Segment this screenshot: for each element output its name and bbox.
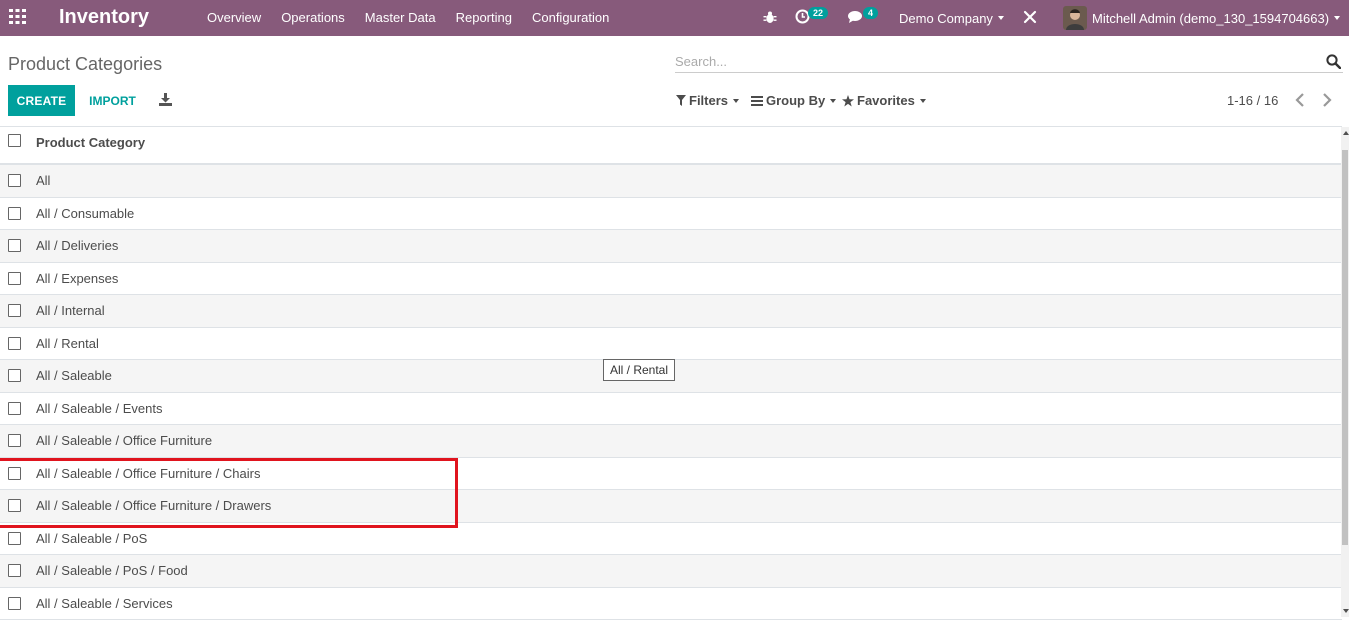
messages-icon[interactable] [848, 10, 864, 24]
filters-dropdown[interactable]: Filters [676, 93, 739, 108]
row-checkbox[interactable] [8, 304, 21, 317]
group-by-caret-icon [830, 99, 836, 103]
import-button[interactable]: IMPORT [80, 85, 145, 116]
row-checkbox[interactable] [8, 402, 21, 415]
row-category-name: All / Saleable / PoS / Food [36, 563, 188, 578]
scroll-up-arrow-icon[interactable] [1343, 131, 1349, 135]
top-navbar: Inventory Overview Operations Master Dat… [0, 0, 1349, 36]
favorites-label: Favorites [857, 93, 915, 108]
table-row[interactable]: All / Saleable / Services [0, 588, 1342, 620]
row-checkbox[interactable] [8, 272, 21, 285]
row-category-name: All / Saleable / Office Furniture [36, 433, 212, 448]
table-row[interactable]: All / Saleable / Office Furniture / Draw… [0, 490, 1342, 523]
menu-master-data[interactable]: Master Data [365, 10, 436, 25]
table-row[interactable]: All / Saleable / PoS [0, 523, 1342, 556]
pager-previous-icon[interactable] [1295, 93, 1305, 107]
row-checkbox[interactable] [8, 597, 21, 610]
row-category-name: All / Expenses [36, 271, 118, 286]
menu-operations[interactable]: Operations [281, 10, 345, 25]
filters-caret-icon [733, 99, 739, 103]
row-category-name: All / Deliveries [36, 238, 118, 253]
row-category-name: All / Internal [36, 303, 105, 318]
filter-icon [676, 95, 686, 106]
group-by-label: Group By [766, 93, 825, 108]
message-count-badge: 4 [863, 7, 878, 19]
table-row[interactable]: All / Saleable / Events [0, 393, 1342, 426]
row-category-name: All / Saleable [36, 368, 112, 383]
row-category-name: All / Saleable / Services [36, 596, 173, 611]
company-switcher[interactable]: Demo Company [899, 0, 1004, 36]
search-input[interactable] [675, 51, 1315, 71]
bug-icon[interactable] [763, 10, 777, 24]
scroll-down-arrow-icon[interactable] [1343, 609, 1349, 613]
row-category-name: All / Saleable / PoS [36, 531, 147, 546]
page-title: Product Categories [8, 54, 162, 75]
table-row[interactable]: All / Saleable / Office Furniture [0, 425, 1342, 458]
user-name: Mitchell Admin (demo_130_1594704663) [1092, 11, 1329, 26]
user-caret-icon [1334, 16, 1340, 20]
row-checkbox[interactable] [8, 434, 21, 447]
row-category-name: All / Consumable [36, 206, 134, 221]
company-caret-icon [998, 16, 1004, 20]
row-category-name: All / Saleable / Office Furniture / Chai… [36, 466, 260, 481]
row-checkbox[interactable] [8, 174, 21, 187]
row-checkbox[interactable] [8, 337, 21, 350]
pager-next-icon[interactable] [1322, 93, 1332, 107]
search-bar [675, 49, 1343, 73]
table-row[interactable]: All / Saleable / PoS / Food [0, 555, 1342, 588]
activity-count-badge: 22 [808, 7, 828, 19]
row-category-name: All [36, 173, 50, 188]
user-avatar [1063, 6, 1087, 30]
pager-value[interactable]: 1-16 / 16 [1227, 93, 1278, 108]
row-category-name: All / Saleable / Events [36, 401, 162, 416]
select-all-checkbox[interactable] [8, 134, 21, 147]
user-menu[interactable]: Mitchell Admin (demo_130_1594704663) [1063, 0, 1340, 36]
download-icon[interactable] [159, 93, 172, 106]
tools-icon[interactable] [1023, 10, 1037, 24]
table-row[interactable]: All / Deliveries [0, 230, 1342, 263]
table-row[interactable]: All / Saleable / Office Furniture / Chai… [0, 458, 1342, 491]
main-menu: Overview Operations Master Data Reportin… [207, 10, 629, 25]
table-row[interactable]: All [0, 165, 1342, 198]
table-row[interactable]: All / Internal [0, 295, 1342, 328]
row-category-name: All / Saleable / Office Furniture / Draw… [36, 498, 271, 513]
create-button[interactable]: CREATE [8, 85, 75, 116]
table-row[interactable]: All / Consumable [0, 198, 1342, 231]
row-tooltip: All / Rental [603, 359, 675, 381]
menu-configuration[interactable]: Configuration [532, 10, 609, 25]
star-icon [842, 95, 854, 107]
row-category-name: All / Rental [36, 336, 99, 351]
column-header-product-category[interactable]: Product Category [36, 135, 145, 150]
menu-overview[interactable]: Overview [207, 10, 261, 25]
favorites-caret-icon [920, 99, 926, 103]
row-checkbox[interactable] [8, 207, 21, 220]
table-row[interactable]: All / Expenses [0, 263, 1342, 296]
category-list: All All / Consumable All / Deliveries Al… [0, 165, 1342, 620]
group-by-icon [751, 96, 763, 106]
favorites-dropdown[interactable]: Favorites [842, 93, 926, 108]
row-checkbox[interactable] [8, 369, 21, 382]
row-checkbox[interactable] [8, 564, 21, 577]
row-checkbox[interactable] [8, 532, 21, 545]
menu-reporting[interactable]: Reporting [456, 10, 512, 25]
app-title[interactable]: Inventory [59, 6, 149, 29]
filters-label: Filters [689, 93, 728, 108]
group-by-dropdown[interactable]: Group By [751, 93, 836, 108]
row-checkbox[interactable] [8, 499, 21, 512]
company-name: Demo Company [899, 11, 993, 26]
row-checkbox[interactable] [8, 467, 21, 480]
list-header: Product Category [0, 126, 1342, 165]
table-row[interactable]: All / Rental [0, 328, 1342, 361]
search-icon[interactable] [1326, 54, 1341, 69]
scrollbar-thumb[interactable] [1342, 150, 1348, 545]
apps-grid-icon[interactable] [9, 9, 26, 24]
row-checkbox[interactable] [8, 239, 21, 252]
